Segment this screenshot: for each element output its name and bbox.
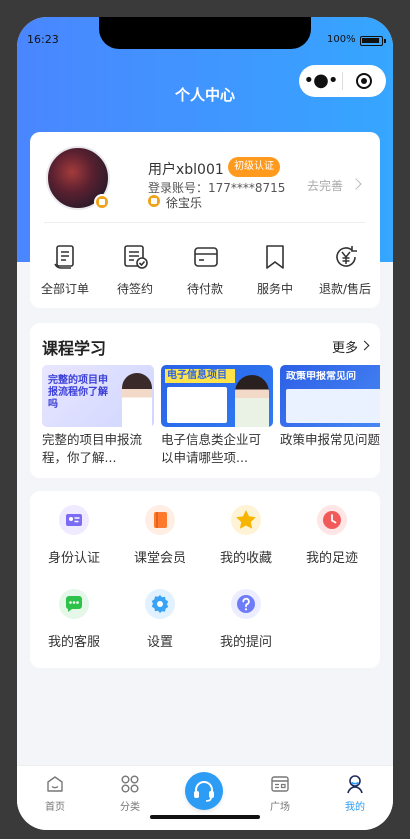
contract-check-icon xyxy=(123,244,148,270)
gear-icon xyxy=(145,589,175,619)
more-dots-icon[interactable]: •●• xyxy=(299,65,342,97)
order-to-pay[interactable]: 待付款 xyxy=(170,244,240,297)
thumbnail-text: 完整的项目申报流程你了解吗 xyxy=(48,375,108,410)
bookmark-icon xyxy=(263,244,287,270)
shield-badge-icon xyxy=(94,194,110,210)
menu-label: 我的提问 xyxy=(219,635,272,650)
order-label: 待签约 xyxy=(116,282,153,296)
tab-bar: 首页 分类 广场 我的 xyxy=(17,765,393,830)
order-refund[interactable]: 退款/售后 xyxy=(310,244,380,297)
book-icon xyxy=(145,505,175,535)
battery-icon xyxy=(360,36,386,46)
tab-label: 分类 xyxy=(120,802,140,813)
menu-settings[interactable]: 设置 xyxy=(120,589,200,650)
course-title: 电子信息类企业可以申请哪些项... xyxy=(161,432,262,465)
grid-icon xyxy=(120,774,140,794)
square-icon xyxy=(270,774,290,794)
menu-label: 设置 xyxy=(146,635,173,650)
tab-label: 广场 xyxy=(270,802,290,813)
shield-icon xyxy=(148,195,160,207)
menu-favorites[interactable]: 我的收藏 xyxy=(206,505,286,566)
thumbnail-text: 电子信息项目 xyxy=(165,369,235,383)
school-name: 徐宝乐 xyxy=(166,196,203,210)
menu-customer-service[interactable]: 我的客服 xyxy=(34,589,114,650)
menu-membership[interactable]: 课堂会员 xyxy=(120,505,200,566)
tab-label: 我的 xyxy=(345,802,365,813)
chat-icon xyxy=(59,589,89,619)
course-thumbnail[interactable]: 完整的项目申报流程你了解吗 xyxy=(42,365,154,427)
refund-yen-icon xyxy=(333,244,357,270)
username: 用户xbl001 xyxy=(148,162,224,178)
section-title: 课程学习 xyxy=(42,339,107,358)
level-badge: 初级认证 xyxy=(228,157,280,177)
service-menu: 身份认证 课堂会员 我的收藏 我的足迹 我的客服 设置 我的提问 xyxy=(30,491,380,668)
document-list-icon xyxy=(53,244,77,270)
complete-profile-link[interactable]: 去完善 xyxy=(307,177,343,194)
question-icon xyxy=(231,589,261,619)
slide-panel xyxy=(167,387,227,423)
menu-label: 我的客服 xyxy=(47,635,100,650)
menu-my-questions[interactable]: 我的提问 xyxy=(206,589,286,650)
menu-identity[interactable]: 身份认证 xyxy=(34,505,114,566)
order-in-service[interactable]: 服务中 xyxy=(240,244,310,297)
thumbnail-text: 政策申报常见问 xyxy=(286,371,356,382)
headset-icon[interactable] xyxy=(185,772,223,810)
home-icon xyxy=(45,774,65,794)
course-title: 完整的项目申报流程，你了解... xyxy=(42,432,143,465)
home-indicator xyxy=(150,815,260,819)
phone-screen: 16:23 100% 个人中心 •●• 用户xbl001 初级认证 登录账号：1… xyxy=(17,17,393,830)
id-card-icon xyxy=(59,505,89,535)
mini-program-capsule: •●• xyxy=(299,65,386,97)
card-icon xyxy=(193,244,218,270)
divider xyxy=(44,222,366,223)
course-section: 课程学习 更多 完整的项目申报流程你了解吗 完整的项目申报流程，你了解... 电… xyxy=(30,323,380,478)
chevron-right-icon[interactable] xyxy=(359,340,370,351)
more-link[interactable]: 更多 xyxy=(332,337,358,356)
profile-card: 用户xbl001 初级认证 登录账号：177****8715 徐宝乐 去完善 全… xyxy=(30,132,380,308)
course-item[interactable]: 政策申报常见问 政策申报常见问题 xyxy=(280,365,380,467)
order-label: 全部订单 xyxy=(40,282,89,296)
chevron-right-icon[interactable] xyxy=(350,178,362,190)
tab-category[interactable]: 分类 xyxy=(100,774,160,813)
order-label: 退款/售后 xyxy=(318,282,372,296)
menu-label: 身份认证 xyxy=(47,551,100,566)
menu-label: 我的收藏 xyxy=(219,551,272,566)
slide-panel xyxy=(286,389,380,423)
menu-history[interactable]: 我的足迹 xyxy=(292,505,372,566)
tab-home[interactable]: 首页 xyxy=(25,774,85,813)
tab-mine[interactable]: 我的 xyxy=(325,774,385,813)
notch xyxy=(99,17,311,49)
order-label: 待付款 xyxy=(186,282,223,296)
profile-icon xyxy=(345,774,365,794)
battery-text: 100% xyxy=(327,34,356,45)
presenter-image xyxy=(235,375,269,427)
target-icon[interactable] xyxy=(343,65,386,97)
clock-icon xyxy=(317,505,347,535)
order-label: 服务中 xyxy=(256,282,293,296)
star-icon xyxy=(231,505,261,535)
presenter-image xyxy=(122,373,152,427)
course-item[interactable]: 电子信息项目 电子信息类企业可以申请哪些项... xyxy=(161,365,273,467)
tab-square[interactable]: 广场 xyxy=(250,774,310,813)
course-thumbnail[interactable]: 政策申报常见问 xyxy=(280,365,380,427)
menu-label: 课堂会员 xyxy=(133,551,186,566)
status-time: 16:23 xyxy=(27,33,59,46)
order-all[interactable]: 全部订单 xyxy=(30,244,100,297)
course-item[interactable]: 完整的项目申报流程你了解吗 完整的项目申报流程，你了解... xyxy=(42,365,154,467)
menu-label: 我的足迹 xyxy=(305,551,358,566)
tab-label: 首页 xyxy=(45,802,65,813)
order-to-sign[interactable]: 待签约 xyxy=(100,244,170,297)
course-title: 政策申报常见问题 xyxy=(280,432,380,447)
course-thumbnail[interactable]: 电子信息项目 xyxy=(161,365,273,427)
